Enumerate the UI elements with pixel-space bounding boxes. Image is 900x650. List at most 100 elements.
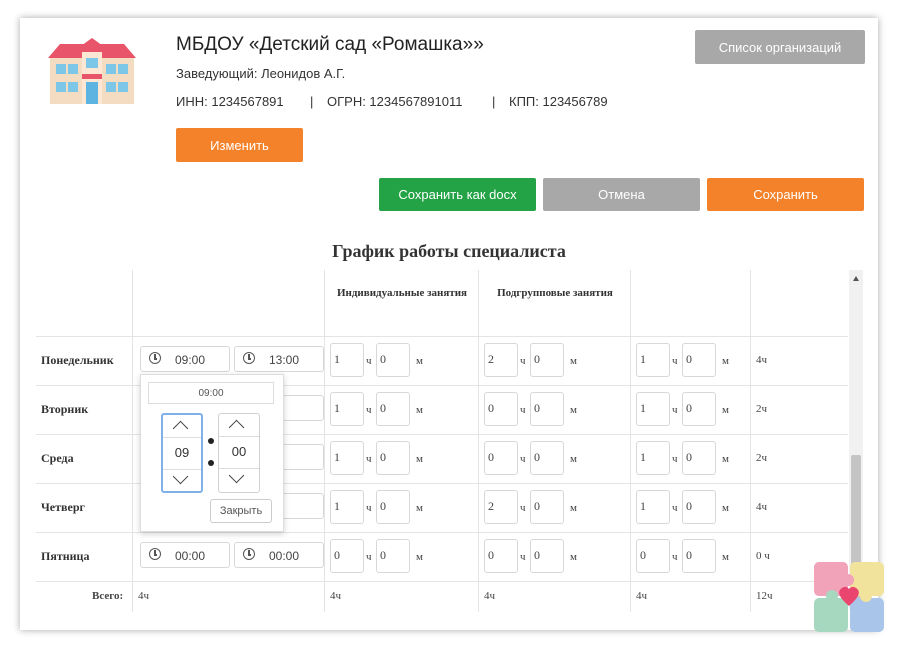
minutes-value: 00: [231, 444, 247, 459]
hours-unit: ч: [366, 502, 372, 514]
edit-button[interactable]: Изменить: [176, 128, 303, 162]
minutes-unit: м: [570, 404, 577, 416]
day-total: 4ч: [756, 501, 768, 513]
clock-icon: [243, 352, 255, 364]
hours-unit: ч: [672, 551, 678, 563]
clock-icon: [149, 548, 161, 560]
hours-input[interactable]: 0: [484, 392, 518, 426]
minutes-unit: м: [416, 355, 423, 367]
hours-unit: ч: [672, 404, 678, 416]
hours-input[interactable]: 1: [636, 343, 670, 377]
save-button[interactable]: Сохранить: [707, 178, 864, 211]
hours-unit: ч: [672, 502, 678, 514]
minutes-unit: м: [416, 502, 423, 514]
minutes-input[interactable]: 0: [682, 441, 716, 475]
minutes-input[interactable]: 0: [376, 392, 410, 426]
minutes-input[interactable]: 0: [376, 490, 410, 524]
time-end-value: 13:00: [269, 353, 300, 367]
minutes-input[interactable]: 0: [530, 490, 564, 524]
cancel-button[interactable]: Отмена: [543, 178, 700, 211]
hours-input[interactable]: 2: [484, 343, 518, 377]
minutes-unit: м: [416, 404, 423, 416]
time-end-field[interactable]: 00:00: [234, 542, 324, 568]
hours-spinner[interactable]: 09: [161, 413, 203, 493]
minutes-input[interactable]: 0: [530, 441, 564, 475]
hours-unit: ч: [672, 355, 678, 367]
minutes-unit: м: [722, 404, 729, 416]
time-end-field[interactable]: 13:00: [234, 346, 324, 372]
organization-card: МБДОУ «Детский сад «Ромашка»» Заведующий…: [20, 18, 878, 630]
minutes-input[interactable]: 0: [682, 539, 716, 573]
day-total: 0 ч: [756, 550, 770, 562]
minutes-spinner[interactable]: 00: [218, 413, 260, 493]
close-button[interactable]: Закрыть: [210, 499, 272, 523]
hours-input[interactable]: 0: [330, 539, 364, 573]
hours-input[interactable]: 1: [636, 392, 670, 426]
minutes-input[interactable]: 0: [530, 343, 564, 377]
time-start-value: 00:00: [175, 549, 206, 563]
total-individual: 4ч: [330, 590, 342, 602]
day-label: Понедельник: [41, 353, 114, 367]
hours-unit: ч: [520, 404, 526, 416]
minutes-input[interactable]: 0: [376, 539, 410, 573]
organization-name: МБДОУ «Детский сад «Ромашка»»: [176, 34, 484, 55]
time-start-field[interactable]: 09:00: [140, 346, 230, 372]
separator: |: [310, 94, 314, 109]
minutes-unit: м: [722, 453, 729, 465]
minutes-unit: м: [570, 551, 577, 563]
chevron-up-icon[interactable]: [228, 419, 245, 436]
minutes-unit: м: [722, 551, 729, 563]
hours-unit: ч: [366, 355, 372, 367]
day-total: 4ч: [756, 354, 768, 366]
hours-input[interactable]: 1: [330, 392, 364, 426]
save-as-docx-button[interactable]: Сохранить как docx: [379, 178, 536, 211]
minutes-unit: м: [416, 551, 423, 563]
separator-dot: [208, 438, 214, 444]
minutes-input[interactable]: 0: [682, 392, 716, 426]
kpp-value: КПП: 123456789: [509, 94, 608, 109]
clock-icon: [243, 548, 255, 560]
time-picker-value: 09:00: [148, 382, 274, 404]
hours-unit: ч: [366, 551, 372, 563]
day-label: Среда: [41, 451, 74, 465]
minutes-unit: м: [722, 355, 729, 367]
hours-input[interactable]: 0: [484, 539, 518, 573]
minutes-input[interactable]: 0: [682, 343, 716, 377]
time-picker-popup: 09:00 09 00 Закрыть: [140, 374, 284, 532]
hours-unit: ч: [520, 355, 526, 367]
hours-input[interactable]: 1: [636, 441, 670, 475]
chevron-down-icon[interactable]: [228, 467, 245, 484]
hours-input[interactable]: 1: [330, 343, 364, 377]
minutes-unit: м: [722, 502, 729, 514]
hours-input[interactable]: 0: [636, 539, 670, 573]
hours-input[interactable]: 1: [330, 441, 364, 475]
chevron-up-icon[interactable]: [172, 420, 189, 437]
hours-unit: ч: [672, 453, 678, 465]
hours-unit: ч: [366, 404, 372, 416]
minutes-input[interactable]: 0: [682, 490, 716, 524]
minutes-input[interactable]: 0: [530, 392, 564, 426]
schedule-title: График работы специалиста: [332, 241, 566, 261]
minutes-input[interactable]: 0: [376, 343, 410, 377]
time-start-field[interactable]: 00:00: [140, 542, 230, 568]
hours-unit: ч: [520, 551, 526, 563]
total-other: 4ч: [636, 590, 648, 602]
ogrn-value: ОГРН: 1234567891011: [327, 94, 463, 109]
minutes-input[interactable]: 0: [376, 441, 410, 475]
chevron-down-icon[interactable]: [172, 468, 189, 485]
minutes-unit: м: [570, 453, 577, 465]
minutes-unit: м: [416, 453, 423, 465]
separator: |: [492, 94, 496, 109]
time-end-value: 00:00: [269, 549, 300, 563]
hours-input[interactable]: 1: [330, 490, 364, 524]
hours-input[interactable]: 0: [484, 441, 518, 475]
head-manager: Заведующий: Леонидов А.Г.: [176, 66, 346, 81]
hours-input[interactable]: 1: [636, 490, 670, 524]
minutes-input[interactable]: 0: [530, 539, 564, 573]
separator-dot: [208, 460, 214, 466]
scroll-up-arrow-icon[interactable]: [853, 276, 859, 281]
hours-input[interactable]: 2: [484, 490, 518, 524]
inn-value: ИНН: 1234567891: [176, 94, 284, 109]
day-label: Четверг: [41, 500, 85, 514]
organization-list-button[interactable]: Список организаций: [695, 30, 865, 64]
